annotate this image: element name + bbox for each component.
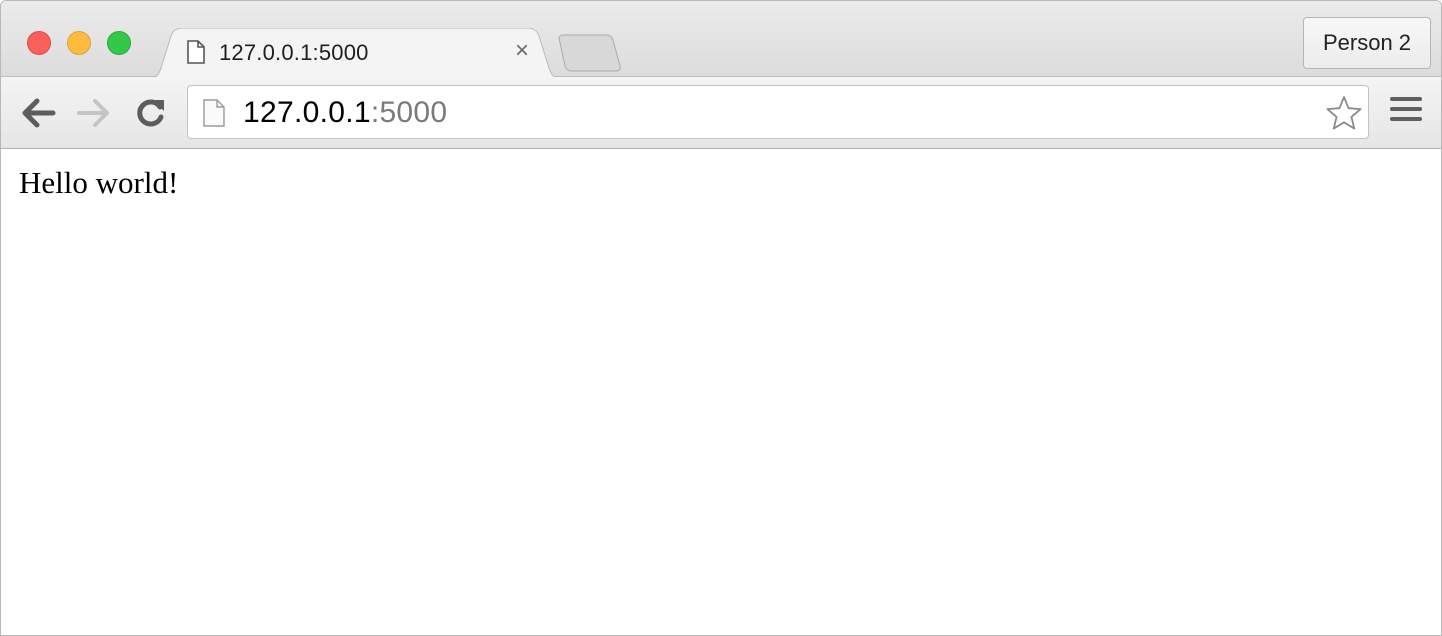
maximize-window-button[interactable] xyxy=(107,31,131,55)
url-port: :5000 xyxy=(370,96,448,129)
tab-active[interactable]: 127.0.0.1:5000 × xyxy=(149,28,561,78)
new-tab-button[interactable] xyxy=(553,34,625,72)
toolbar: 127.0.0.1:5000 xyxy=(1,77,1441,149)
url-host: 127.0.0.1 xyxy=(243,96,371,129)
page-icon xyxy=(203,99,225,127)
page-icon xyxy=(187,40,205,64)
tab-title: 127.0.0.1:5000 xyxy=(219,40,369,65)
close-window-button[interactable] xyxy=(27,31,51,55)
url-text[interactable]: 127.0.0.1:5000 xyxy=(243,96,447,130)
browser-window: 127.0.0.1:5000 × Person 2 127.0.0.1:5000 xyxy=(0,0,1442,636)
tab-close-icon[interactable]: × xyxy=(511,39,533,63)
minimize-window-button[interactable] xyxy=(67,31,91,55)
reload-icon[interactable] xyxy=(133,96,169,130)
address-bar[interactable]: 127.0.0.1:5000 xyxy=(187,85,1369,139)
menu-icon[interactable] xyxy=(1390,97,1422,127)
back-arrow-icon[interactable] xyxy=(21,96,57,130)
profile-button[interactable]: Person 2 xyxy=(1303,17,1431,69)
star-icon[interactable] xyxy=(1326,95,1362,131)
page-body-text: Hello world! xyxy=(19,165,179,200)
title-bar: 127.0.0.1:5000 × Person 2 xyxy=(1,1,1441,78)
forward-arrow-icon[interactable] xyxy=(75,96,111,130)
page-content: Hello world! xyxy=(1,149,1441,635)
